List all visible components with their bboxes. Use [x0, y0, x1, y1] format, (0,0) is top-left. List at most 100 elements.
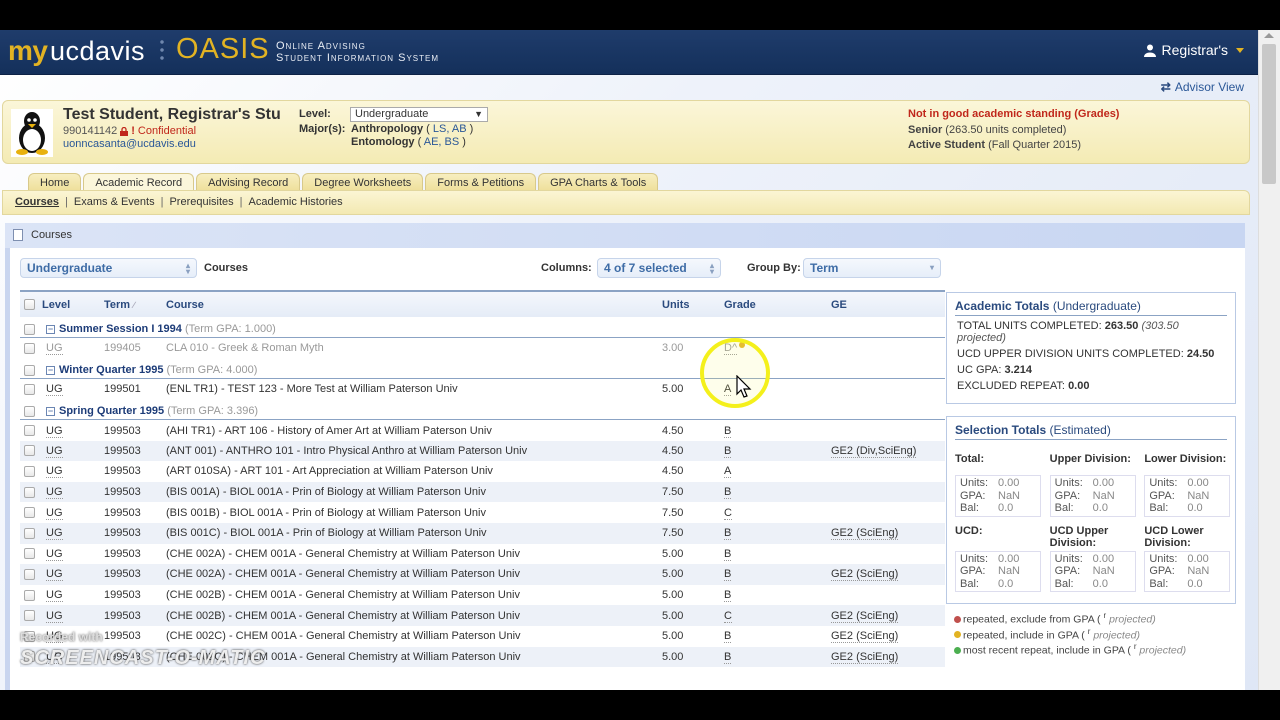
standing-alert[interactable]: Not in good academic standing (Grades): [908, 107, 1119, 123]
tab-forms-petitions[interactable]: Forms & Petitions: [425, 173, 537, 190]
grade-cell: B: [724, 585, 831, 606]
units-cell: 5.00: [662, 605, 724, 626]
tab-degree-worksheets[interactable]: Degree Worksheets: [302, 173, 424, 190]
row-checkbox[interactable]: [24, 445, 35, 457]
level-select-value: Undergraduate: [355, 108, 429, 120]
level-value[interactable]: UG: [46, 609, 63, 623]
grade-value: B: [724, 486, 732, 500]
units-row: Units: 0.00: [960, 553, 1036, 566]
logo-oasis: OASIS: [176, 33, 270, 65]
student-email[interactable]: uonncasanta@ucdavis.edu: [63, 138, 196, 150]
scroll-up-arrow-icon[interactable]: [1264, 33, 1274, 38]
level-value[interactable]: UG: [46, 568, 63, 582]
separator: |: [239, 196, 243, 208]
row-checkbox[interactable]: [24, 425, 35, 437]
tab-advising-record[interactable]: Advising Record: [196, 173, 301, 190]
table-row[interactable]: UG 199503 (BIS 001B) - BIOL 001A - Prin …: [20, 502, 945, 523]
repeat-status-icon: [954, 646, 961, 654]
row-checkbox[interactable]: [24, 507, 35, 519]
group-by-select[interactable]: Term ▾: [803, 258, 941, 278]
row-checkbox[interactable]: [24, 527, 35, 539]
column-header-ge[interactable]: GE: [831, 290, 945, 317]
column-header-grade[interactable]: Grade: [724, 290, 831, 317]
scrollbar-thumb[interactable]: [1262, 44, 1276, 184]
major-codes[interactable]: AE, BS: [424, 136, 459, 148]
level-value[interactable]: UG: [46, 465, 63, 479]
alert-icon: !: [131, 125, 135, 137]
table-row[interactable]: UG 199503 (CHE 002A) - CHEM 001A - Gener…: [20, 564, 945, 585]
level-value[interactable]: UG: [46, 527, 63, 541]
column-header-course[interactable]: Course: [166, 290, 662, 317]
term-cell: 199503: [104, 424, 141, 437]
level-value[interactable]: UG: [46, 589, 63, 603]
table-row[interactable]: UG 199503 (ART 010SA) - ART 101 - Art Ap…: [20, 461, 945, 482]
column-header-units[interactable]: Units: [662, 290, 724, 317]
user-menu[interactable]: Registrar's: [1143, 42, 1244, 58]
row-checkbox[interactable]: [24, 466, 35, 478]
advisor-view-link[interactable]: ⇄ Advisor View: [1161, 80, 1244, 94]
select-all-checkbox[interactable]: [24, 299, 35, 311]
repeat-legend: repeated, exclude from GPA ( r projected…: [954, 610, 1186, 657]
tab-academic-record[interactable]: Academic Record: [83, 173, 195, 190]
tab-home[interactable]: Home: [28, 173, 82, 190]
row-checkbox[interactable]: [24, 610, 35, 622]
table-row[interactable]: UG 199501 (ENL TR1) - TEST 123 - More Te…: [20, 379, 945, 400]
table-row[interactable]: UG 199503 (CHE 002C) - CHEM 001A - Gener…: [20, 626, 945, 647]
level-value[interactable]: UG: [46, 486, 63, 500]
level-value[interactable]: UG: [46, 424, 63, 438]
level-filter-select[interactable]: Undergraduate ▴ ▾: [20, 258, 197, 278]
row-checkbox[interactable]: [24, 383, 35, 395]
level-value[interactable]: UG: [46, 506, 63, 520]
column-header-term[interactable]: Term ∕: [104, 290, 166, 317]
row-checkbox[interactable]: [24, 589, 35, 601]
subnav-courses[interactable]: Courses: [15, 196, 59, 209]
level-value[interactable]: UG: [46, 342, 63, 356]
group-checkbox[interactable]: [24, 406, 35, 418]
row-checkbox[interactable]: [24, 342, 35, 354]
subnav-prerequisites[interactable]: Prerequisites: [169, 196, 233, 209]
tab-gpa-charts-tools[interactable]: GPA Charts & Tools: [538, 173, 659, 190]
selection-group-values: Units: 0.00 GPA: NaN Bal: 0.0: [1144, 550, 1231, 592]
group-checkbox[interactable]: [24, 323, 35, 335]
uc-gpa-value: 3.214: [1004, 364, 1033, 376]
select-all-cell: [20, 290, 42, 317]
collapse-icon[interactable]: −: [46, 365, 55, 375]
table-row[interactable]: UG 199405 CLA 010 - Greek & Roman Myth 3…: [20, 338, 945, 359]
row-checkbox[interactable]: [24, 569, 35, 581]
columns-select[interactable]: 4 of 7 selected ▴ ▾: [597, 258, 721, 278]
ge-cell: GE2 (Div,SciEng): [831, 440, 945, 462]
column-header-level[interactable]: Level: [42, 290, 104, 317]
term-cell: 199503: [104, 481, 166, 503]
level-value[interactable]: UG: [46, 383, 63, 397]
collapse-icon[interactable]: −: [46, 324, 55, 334]
excluded-repeat-value: 0.00: [1068, 380, 1090, 392]
table-row[interactable]: UG 199503 (AHI TR1) - ART 106 - History …: [20, 420, 945, 441]
course-cell: (BIS 001A) - BIOL 001A - Prin of Biology…: [166, 481, 662, 503]
level-select[interactable]: Undergraduate ▼: [350, 107, 488, 122]
table-row[interactable]: UG 199503 (CHE 002A) - CHEM 001A - Gener…: [20, 544, 945, 565]
group-checkbox[interactable]: [24, 364, 35, 376]
bal-label: Bal:: [960, 502, 979, 514]
level-value[interactable]: UG: [46, 547, 63, 561]
subnav-exams-events[interactable]: Exams & Events: [74, 196, 155, 209]
table-row[interactable]: UG 199503 (BIS 001C) - BIOL 001A - Prin …: [20, 522, 945, 544]
table-row[interactable]: UG 199503 (CHE 002B) - CHEM 001A - Gener…: [20, 585, 945, 606]
selection-group-label: UCD Upper Division:: [1049, 524, 1109, 549]
bal-value: 0.0: [1187, 577, 1203, 590]
row-checkbox[interactable]: [24, 548, 35, 560]
row-checkbox[interactable]: [24, 486, 35, 498]
selection-group: UCD: Units: 0.00 GPA: NaN Bal: 0.0: [955, 525, 1042, 592]
major-codes[interactable]: LS, AB: [433, 123, 467, 135]
collapse-icon[interactable]: −: [46, 407, 55, 417]
table-row[interactable]: UG 199503 (CHE 002B) - CHEM 001A - Gener…: [20, 605, 945, 626]
subnav-academic-histories[interactable]: Academic Histories: [249, 196, 343, 209]
table-row[interactable]: UG 199503 (BIS 001A) - BIOL 001A - Prin …: [20, 481, 945, 503]
vertical-scrollbar[interactable]: [1258, 30, 1280, 690]
student-id: 990141142: [63, 125, 118, 137]
group-checkbox-cell: [20, 317, 42, 339]
gpa-row: GPA: NaN: [1149, 490, 1225, 503]
table-row[interactable]: UG 199503 (ANT 001) - ANTHRO 101 - Intro…: [20, 440, 945, 462]
courses-panel-header: Courses: [5, 223, 1245, 248]
level-value[interactable]: UG: [46, 444, 63, 458]
bal-row: Bal: 0.0: [960, 578, 1036, 591]
